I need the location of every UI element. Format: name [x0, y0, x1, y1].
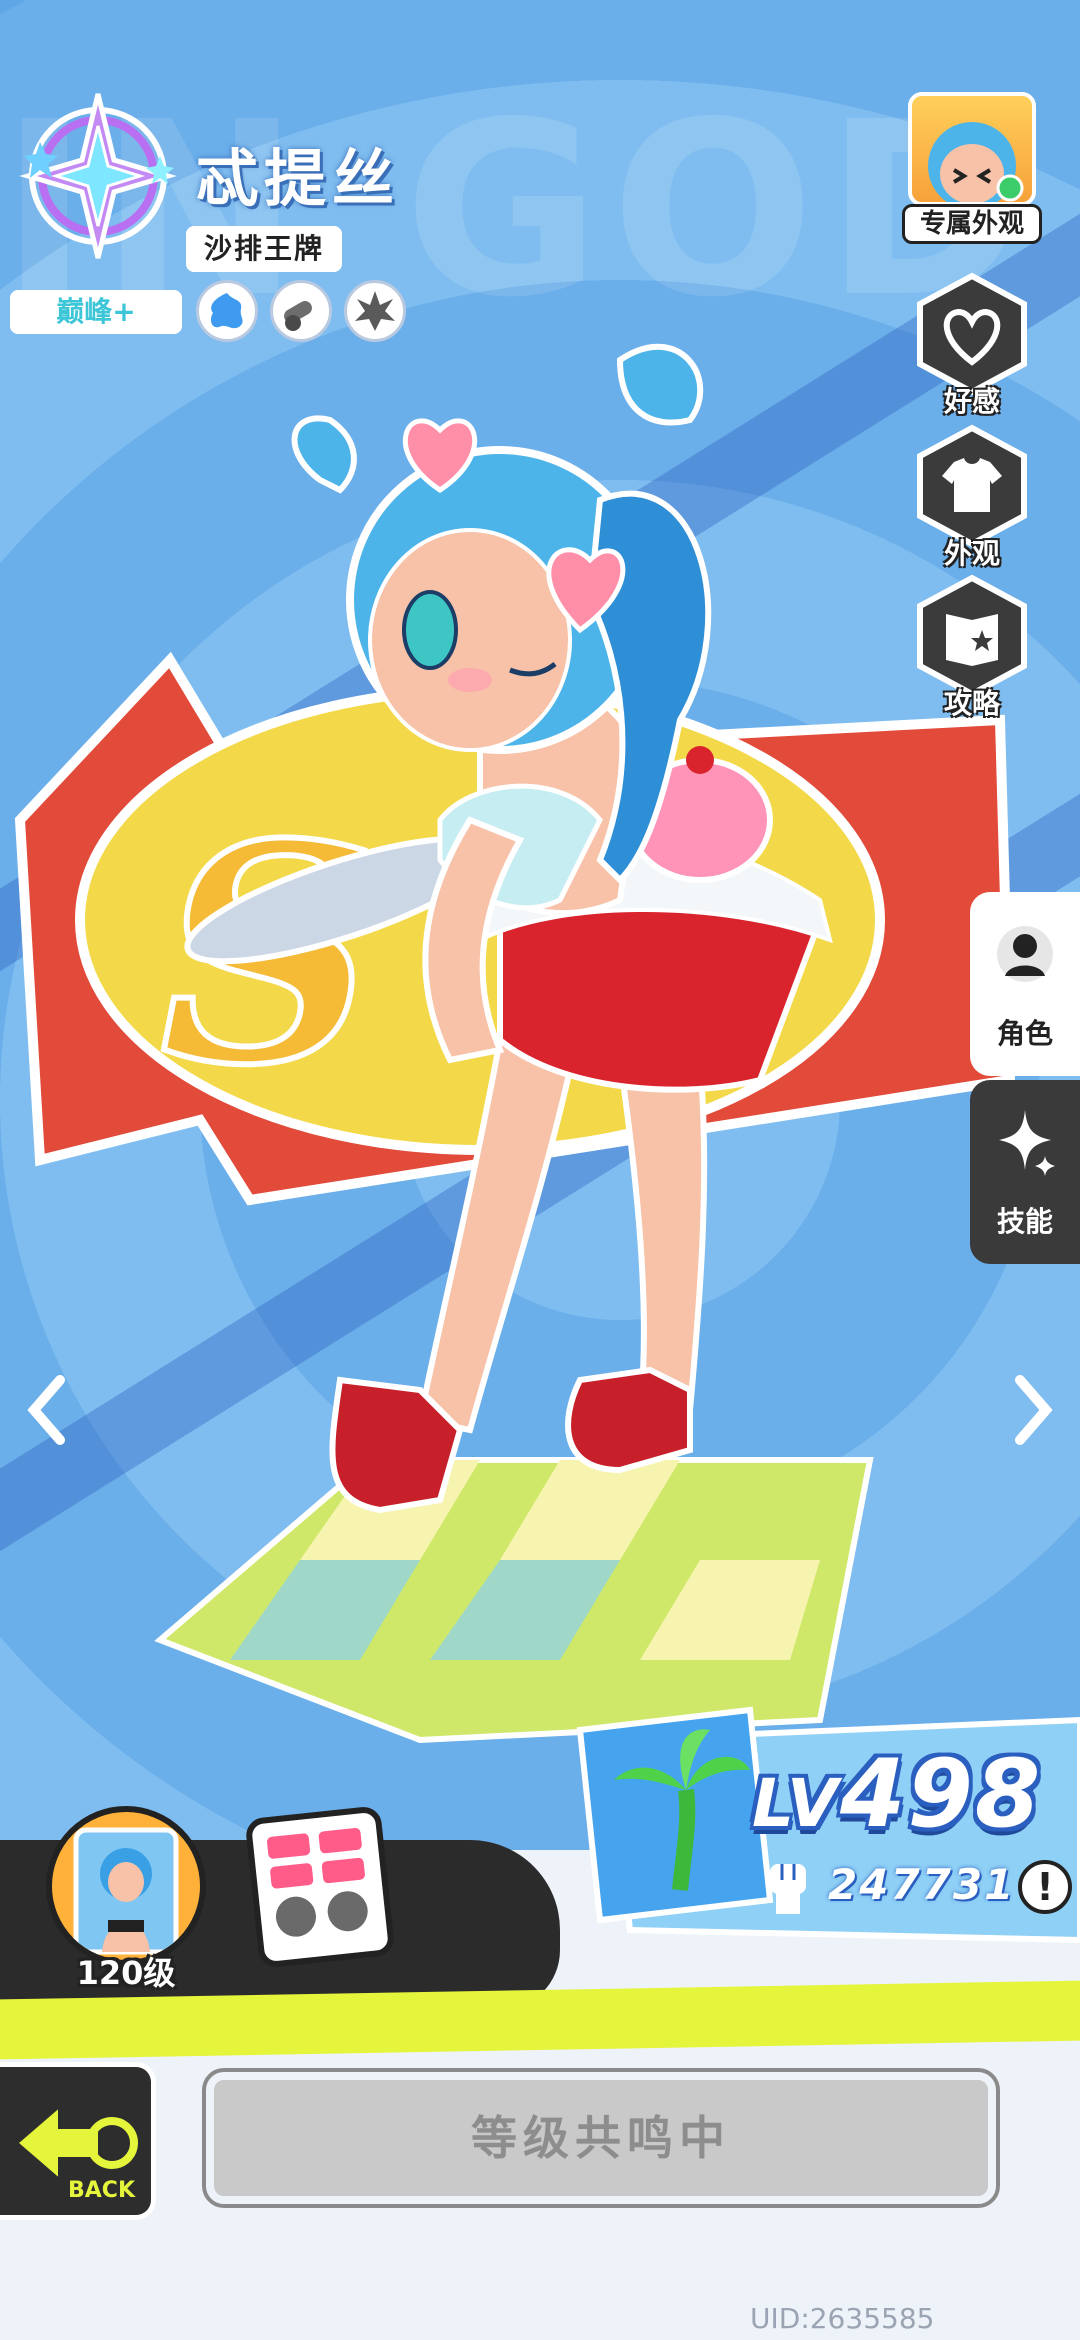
palm-tree-icon	[614, 1729, 750, 1891]
exclusive-outfit-button[interactable]: 专属外观	[902, 92, 1042, 252]
level-display: LV498 247731 !	[570, 1700, 1080, 1960]
guide-button[interactable]: 攻略	[908, 574, 1036, 724]
back-label: BACK	[68, 2178, 136, 2203]
guide-book-icon	[917, 574, 1027, 698]
rank-emblem-icon	[18, 86, 178, 266]
role-class-icon[interactable]	[196, 280, 258, 342]
next-character-arrow-icon[interactable]	[1008, 1370, 1058, 1450]
tab-skills-label: 技能	[996, 1205, 1053, 1238]
combat-power-value: 247731	[828, 1860, 1016, 1909]
affection-label: 好感	[943, 385, 1000, 418]
previous-character-arrow-icon[interactable]	[22, 1370, 72, 1450]
tab-character[interactable]: 角色	[970, 892, 1080, 1076]
level-resonance-button[interactable]: 等级共鸣中	[206, 2072, 996, 2204]
exclusive-outfit-label: 专属外观	[902, 204, 1042, 244]
burst-icon[interactable]	[344, 280, 406, 342]
skin-button[interactable]: 120级	[46, 1806, 206, 2006]
heart-icon	[917, 272, 1027, 396]
user-id: UID:2635585	[750, 2302, 935, 2335]
level-resonance-label: 等级共鸣中	[471, 2111, 731, 2165]
tab-skills[interactable]: 技能	[970, 1080, 1080, 1264]
fist-icon	[770, 1864, 806, 1914]
info-button[interactable]: !	[1018, 1860, 1072, 1914]
cannon-icon[interactable]	[270, 280, 332, 342]
rank-badge: 巅峰+	[10, 290, 182, 334]
skin-portrait	[46, 1806, 206, 1966]
shirt-icon	[917, 424, 1027, 548]
affection-button[interactable]: 好感	[908, 272, 1036, 422]
side-tab-panel: 角色 技能	[970, 892, 1080, 1264]
skin-level-label: 120级	[76, 1954, 176, 1992]
tab-character-label: 角色	[996, 1017, 1053, 1050]
guide-label: 攻略	[943, 687, 1000, 720]
character-name: 忒提丝	[196, 142, 401, 215]
level-value: LV498	[752, 1740, 1043, 1849]
back-button[interactable]: BACK	[0, 2062, 156, 2220]
character-title-tag: 沙排王牌	[186, 226, 343, 272]
loadout-grid-button[interactable]	[244, 1805, 396, 1969]
appearance-label: 外观	[943, 537, 1000, 570]
back-arrow-icon: BACK	[12, 2100, 138, 2203]
person-icon	[997, 926, 1053, 982]
sparkle-icon	[999, 1110, 1055, 1176]
grid-icon	[267, 1827, 368, 1937]
appearance-button[interactable]: 外观	[908, 424, 1036, 574]
outfit-portrait	[908, 92, 1036, 206]
